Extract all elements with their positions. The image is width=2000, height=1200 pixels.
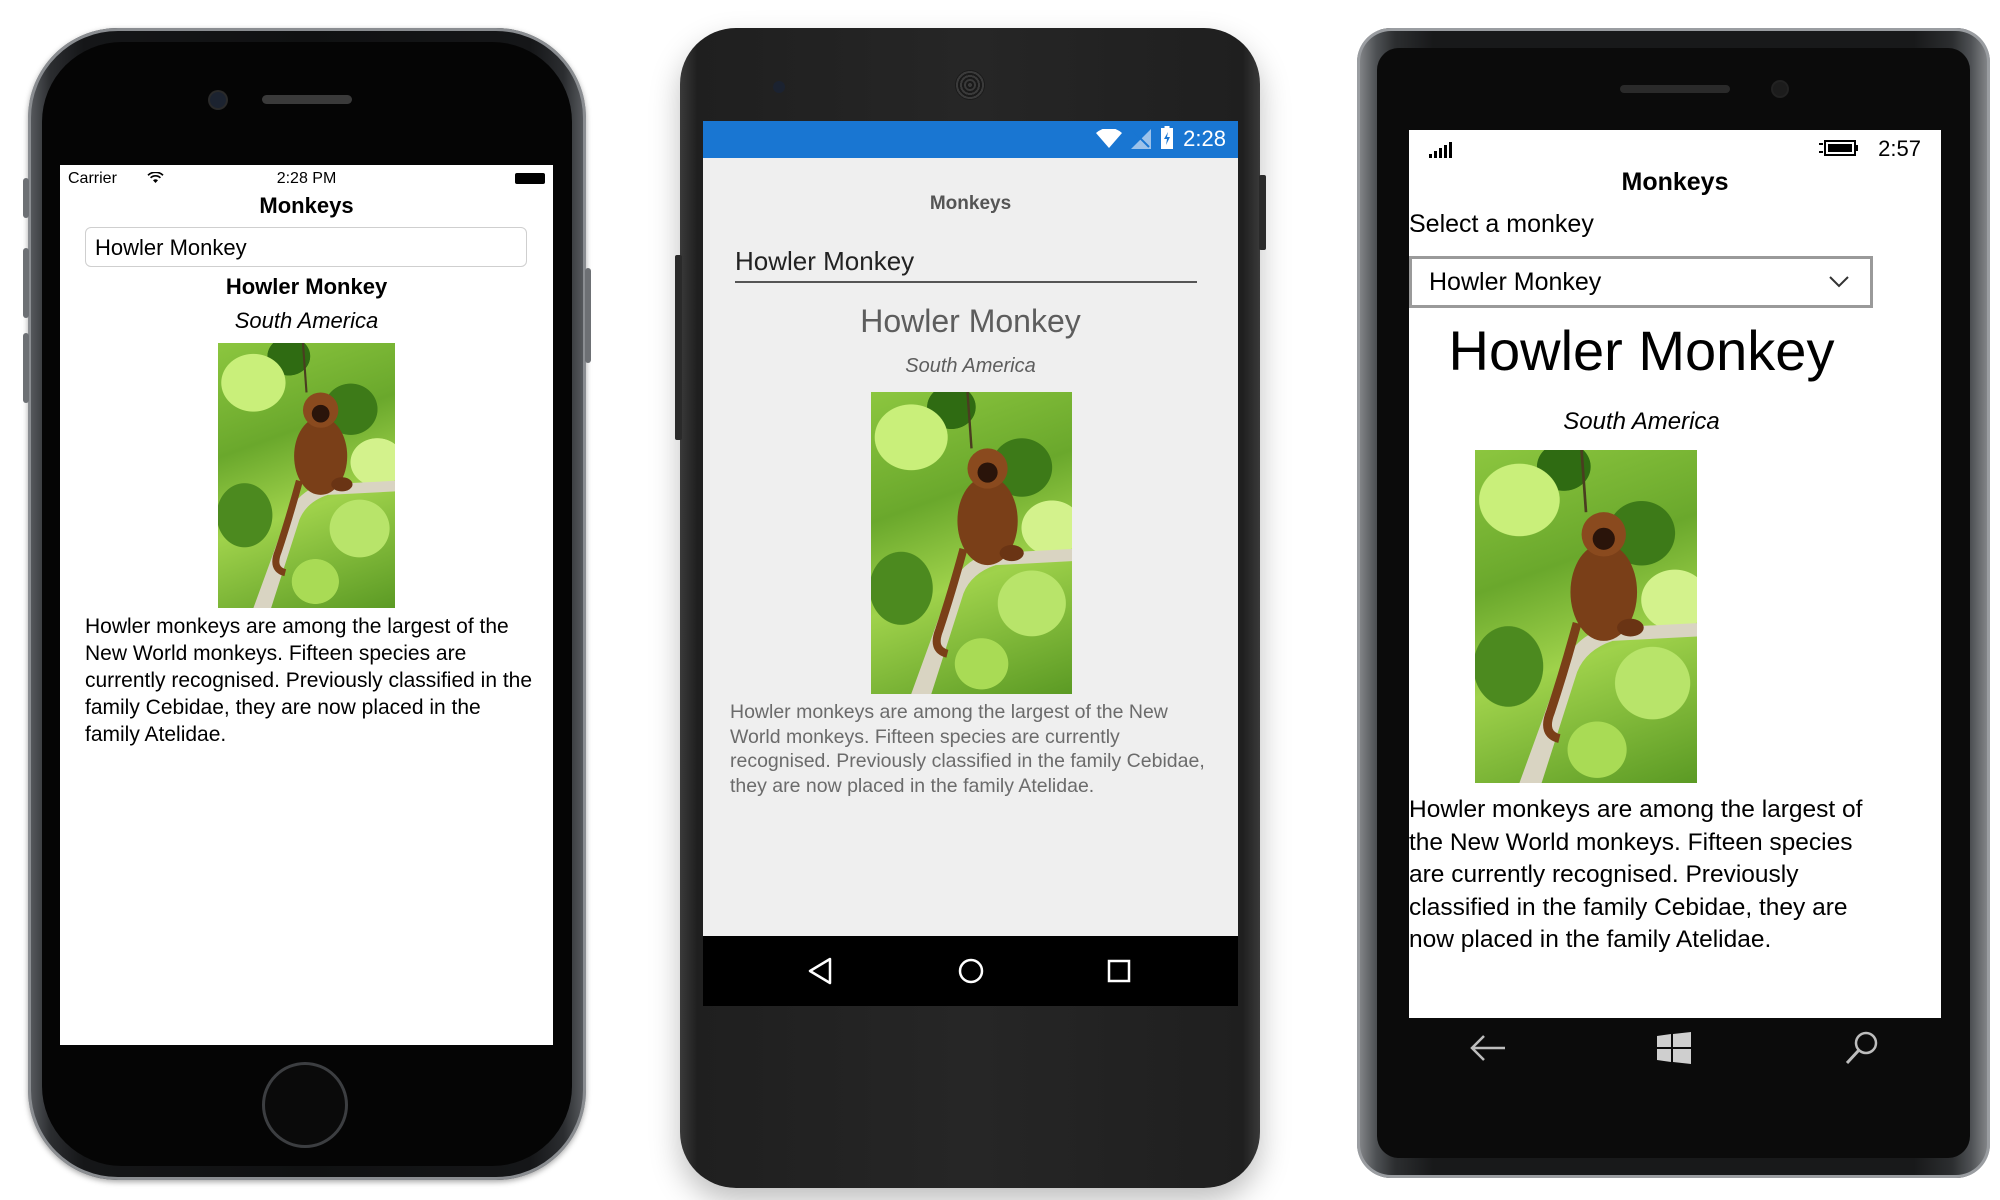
earpiece-speaker [955,70,985,100]
monkey-photo [1475,450,1697,783]
navigation-bar [703,936,1238,1006]
page-title: Monkeys [929,193,1012,214]
earpiece-speaker [262,95,352,104]
monkey-name: Howler Monkey [1448,319,1835,382]
android-screen: 2:28 Monkeys Howler Monkey Howler Monkey… [703,121,1238,1006]
windows-logo-icon[interactable] [1657,1032,1691,1064]
status-bar: 2:57 [1409,130,1941,170]
monkey-description: Howler monkeys are among the largest of … [730,701,1205,797]
home-icon[interactable] [956,956,986,986]
status-time: 2:28 PM [276,170,337,187]
monkey-name: Howler Monkey [860,303,1081,339]
monkey-picker[interactable]: Howler Monkey [85,227,527,267]
monkey-location: South America [234,308,379,333]
page-title: Monkeys [259,193,354,218]
status-time: 2:57 [1878,136,1921,161]
volume-button[interactable] [675,255,682,440]
status-time: 2:28 [1183,126,1226,151]
ios-screen: Carrier 2:28 PM Monkeys Howler Monkey Ho… [60,165,553,1045]
status-bar: 2:28 [703,121,1238,158]
wifi-icon [1096,129,1122,148]
picker-label: Select a monkey [1409,210,1594,238]
status-bar: Carrier 2:28 PM [60,165,553,193]
monkey-picker[interactable]: Howler Monkey [735,241,1197,283]
monkey-description: Howler monkeys are among the largest of … [1409,796,1863,953]
page-title: Monkeys [1621,168,1729,196]
search-icon[interactable] [1844,1030,1880,1066]
back-icon[interactable] [806,956,836,986]
home-button[interactable] [262,1062,348,1148]
monkey-photo [218,343,395,608]
signal-icon [1131,129,1151,149]
signal-icon [1429,142,1452,158]
monkey-location: South America [905,355,1036,377]
monkey-description: Howler monkeys are among the largest of … [85,615,533,746]
monkey-picker[interactable]: Howler Monkey [1409,256,1873,308]
battery-charging-icon [1161,126,1173,149]
recents-icon[interactable] [1105,957,1133,985]
back-arrow-icon[interactable] [1469,1032,1507,1064]
earpiece-speaker [1620,85,1730,93]
front-camera [210,92,226,108]
front-camera [1773,82,1787,96]
monkey-location: South America [1563,408,1720,435]
front-camera [773,81,785,93]
monkey-name: Howler Monkey [225,274,388,299]
navigation-bar [1409,1018,1941,1078]
battery-charging-icon [1819,140,1858,156]
power-button[interactable] [1259,175,1266,250]
monkey-photo [871,392,1072,694]
chevron-down-icon [1829,276,1849,288]
battery-icon [515,173,545,184]
picker-value: Howler Monkey [1429,268,1602,296]
windows-screen: 2:57 Monkeys Select a monkey Howler Monk… [1409,130,1941,1018]
